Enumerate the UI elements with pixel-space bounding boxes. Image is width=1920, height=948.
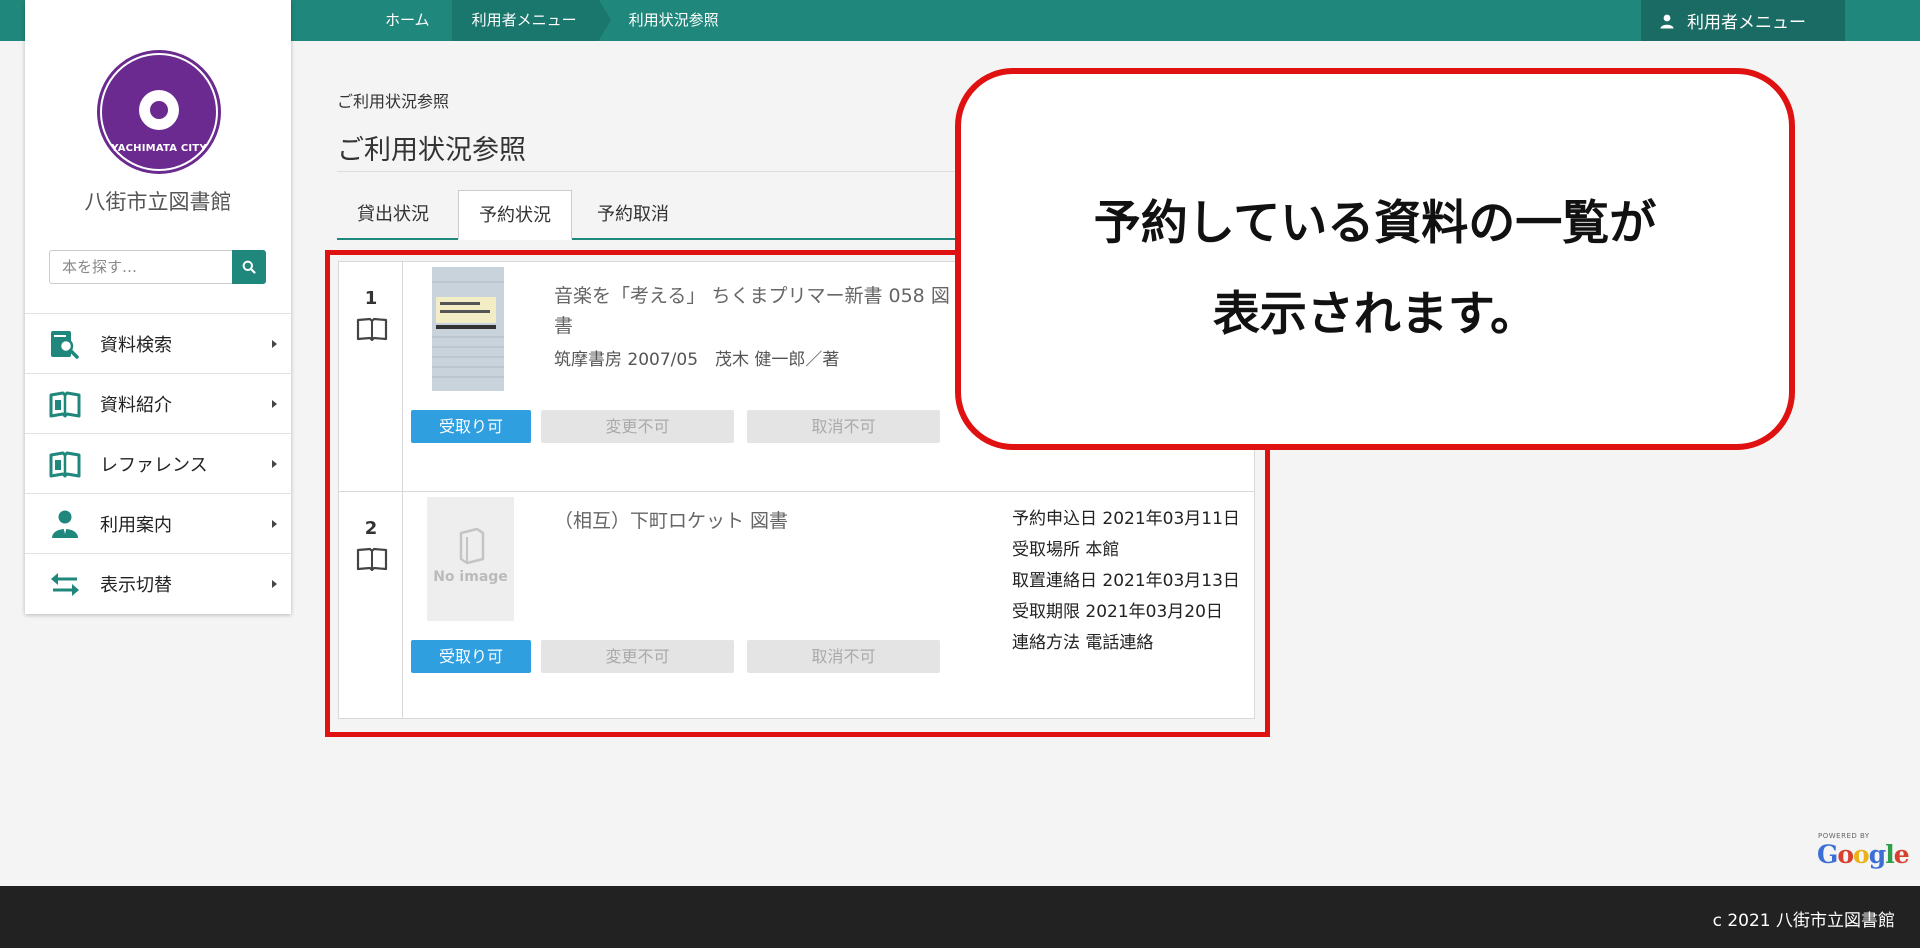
open-book-icon <box>49 451 81 478</box>
sidebar-item-book-intro[interactable]: 資料紹介 <box>25 373 291 433</box>
catalog-search-icon <box>51 331 79 359</box>
tab-reservation-cancel[interactable]: 予約取消 <box>577 190 689 240</box>
chevron-right-icon <box>272 580 277 588</box>
breadcrumb: ホーム 利用者メニュー 利用状況参照 <box>365 0 741 41</box>
search-box <box>49 250 266 284</box>
sidebar-menu: 資料検索 資料紹介 レファレンス 利用案内 表示切替 <box>25 313 291 613</box>
sidebar-item-label: 利用案内 <box>100 514 172 536</box>
callout-line-1: 予約している資料の一覧が <box>1093 196 1657 251</box>
search-input[interactable] <box>49 250 232 284</box>
city-emblem-icon <box>100 53 218 171</box>
person-icon <box>52 510 78 538</box>
sidebar-item-label: レファレンス <box>100 454 208 476</box>
sidebar-item-label: 資料検索 <box>100 334 172 356</box>
tab-loan-status[interactable]: 貸出状況 <box>337 190 449 240</box>
sidebar-item-label: 表示切替 <box>100 574 172 596</box>
user-menu-label: 利用者メニュー <box>1687 13 1806 33</box>
footer: c 2021 八街市立図書館 <box>0 886 1920 948</box>
page-title: ご利用状況参照 <box>337 135 526 166</box>
sidebar-item-reference[interactable]: レファレンス <box>25 433 291 493</box>
callout-text: 予約している資料の一覧が 表示されます。 <box>961 178 1789 360</box>
breadcrumb-current: 利用状況参照 <box>628 11 719 29</box>
swap-arrows-icon <box>51 573 79 596</box>
chevron-right-icon <box>272 340 277 348</box>
tab-reservation-status[interactable]: 予約状況 <box>458 190 572 240</box>
logo-text: YACHIMATA CITY <box>111 143 207 154</box>
status-tabs: 貸出状況 予約状況 予約取消 <box>337 190 967 240</box>
chevron-right-icon <box>272 520 277 528</box>
sidebar: YACHIMATA CITY 八街市立図書館 資料検索 資料紹介 <box>25 0 291 614</box>
search-button[interactable] <box>232 250 266 284</box>
google-logo: Google <box>1817 840 1910 869</box>
powered-by-label: POWERED BY <box>1818 832 1870 840</box>
chevron-right-icon <box>272 460 277 468</box>
sidebar-item-catalog-search[interactable]: 資料検索 <box>25 313 291 373</box>
copyright-text: c 2021 八街市立図書館 <box>1712 911 1895 931</box>
callout-line-2: 表示されます。 <box>1212 287 1538 342</box>
chevron-right-icon <box>272 400 277 408</box>
sidebar-item-display-switch[interactable]: 表示切替 <box>25 553 291 613</box>
page-breadcrumb: ご利用状況参照 <box>337 92 450 111</box>
library-logo[interactable]: YACHIMATA CITY <box>97 50 221 174</box>
library-name[interactable]: 八街市立図書館 <box>25 186 291 216</box>
sidebar-item-label: 資料紹介 <box>100 394 172 416</box>
open-book-icon <box>49 391 81 418</box>
title-divider <box>337 171 967 172</box>
search-icon <box>242 260 256 274</box>
breadcrumb-home[interactable]: ホーム <box>365 0 454 41</box>
annotation-callout: 予約している資料の一覧が 表示されます。 <box>955 68 1795 450</box>
breadcrumb-user-menu[interactable]: 利用者メニュー <box>451 0 611 41</box>
user-menu-button[interactable]: 利用者メニュー <box>1641 0 1845 41</box>
user-icon <box>1660 14 1674 28</box>
sidebar-item-usage-guide[interactable]: 利用案内 <box>25 493 291 553</box>
